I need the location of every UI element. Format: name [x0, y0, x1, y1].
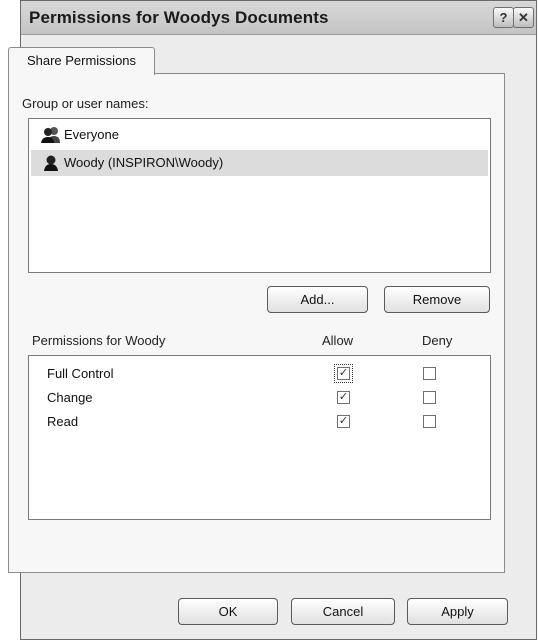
allow-header: Allow — [322, 333, 354, 348]
user-icon — [41, 154, 61, 181]
remove-button[interactable]: Remove — [384, 286, 490, 313]
deny-checkbox[interactable] — [423, 415, 436, 428]
ok-button[interactable]: OK — [178, 598, 278, 625]
group-list-label: Group or user names: — [22, 96, 149, 111]
permissions-title: Permissions for Woody — [32, 333, 166, 348]
tab-share-permissions[interactable]: Share Permissions — [8, 47, 155, 75]
deny-header: Deny — [422, 333, 453, 348]
perm-row-read: Read ✓ — [29, 410, 490, 434]
title-bar[interactable]: Permissions for Woodys Documents ? ✕ — [21, 1, 536, 35]
close-button[interactable]: ✕ — [513, 7, 534, 28]
deny-checkbox[interactable] — [423, 391, 436, 404]
perm-name: Full Control — [47, 366, 114, 381]
cancel-button[interactable]: Cancel — [291, 598, 395, 625]
list-item-label: Everyone — [64, 127, 119, 142]
help-button[interactable]: ? — [493, 7, 514, 28]
perm-name: Change — [47, 390, 93, 405]
perm-name: Read — [47, 414, 79, 429]
window-title: Permissions for Woodys Documents — [29, 8, 329, 27]
group-user-list[interactable]: Everyone Woody (INSPIRON\Woody) — [28, 118, 491, 273]
list-item-label: Woody (INSPIRON\Woody) — [64, 155, 224, 170]
allow-checkbox[interactable]: ✓ — [337, 391, 350, 404]
list-item-everyone[interactable]: Everyone — [31, 122, 488, 148]
allow-checkbox[interactable]: ✓ — [334, 364, 353, 383]
deny-checkbox[interactable] — [423, 367, 436, 380]
group-icon — [41, 126, 61, 153]
permissions-list: Full Control ✓ Change ✓ Read ✓ — [28, 355, 491, 520]
add-button[interactable]: Add... — [267, 286, 368, 313]
apply-button[interactable]: Apply — [407, 598, 508, 625]
list-item-woody[interactable]: Woody (INSPIRON\Woody) — [31, 150, 488, 176]
perm-row-change: Change ✓ — [29, 386, 490, 410]
perm-row-full-control: Full Control ✓ — [29, 362, 490, 386]
allow-checkbox[interactable]: ✓ — [337, 415, 350, 428]
